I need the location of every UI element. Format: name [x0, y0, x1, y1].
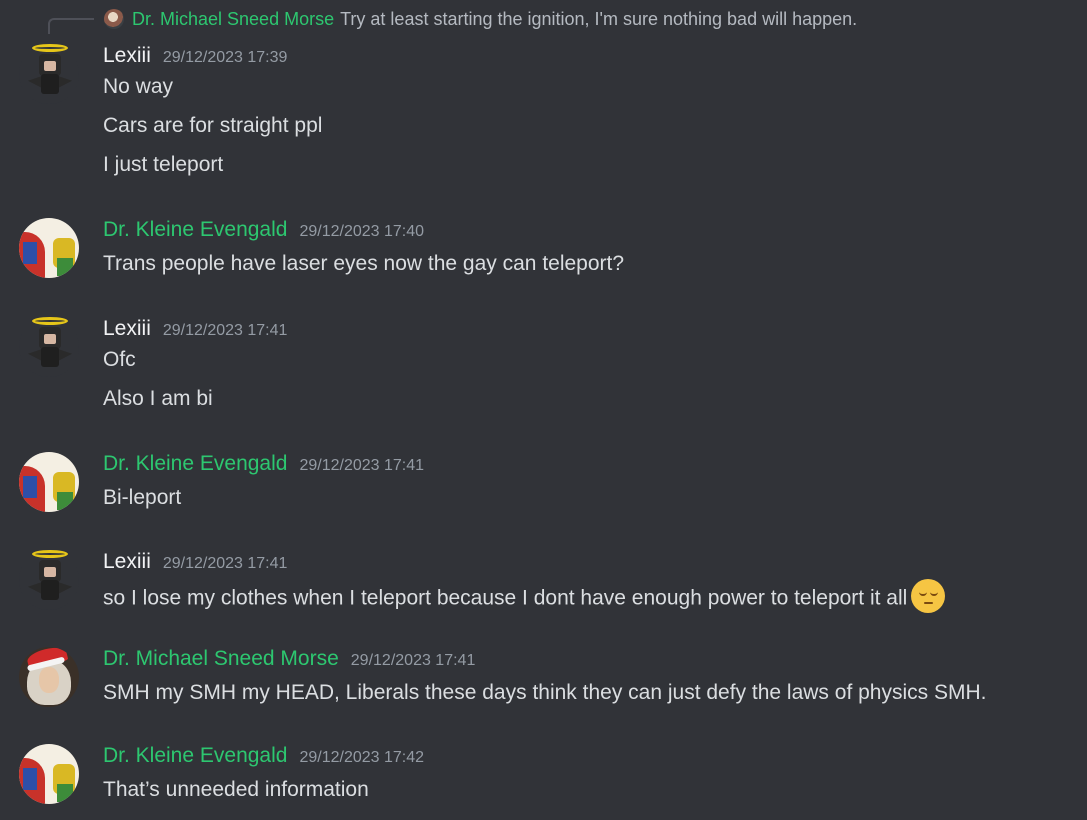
avatar-figure: [57, 784, 73, 802]
avatar-figure: [57, 258, 73, 276]
avatar[interactable]: [19, 744, 79, 804]
avatar[interactable]: [19, 550, 79, 610]
wing-icon: [58, 582, 72, 594]
avatar-body: [41, 74, 59, 94]
halo-icon: [32, 44, 68, 52]
message-header: Lexiii 29/12/2023 17:41: [103, 550, 287, 574]
reply-avatar[interactable]: [104, 9, 124, 29]
message-header: Dr. Kleine Evengald 29/12/2023 17:42: [103, 744, 424, 768]
message-text: so I lose my clothes when I teleport bec…: [103, 586, 908, 610]
author-name[interactable]: Lexiii: [103, 317, 151, 341]
avatar-face: [44, 334, 56, 344]
message-text: Bi-leport: [103, 486, 182, 509]
timestamp[interactable]: 29/12/2023 17:41: [299, 457, 424, 475]
author-name[interactable]: Dr. Kleine Evengald: [103, 218, 287, 242]
reply-author[interactable]: Dr. Michael Sneed Morse: [132, 9, 334, 30]
wing-icon: [28, 349, 42, 361]
timestamp[interactable]: 29/12/2023 17:42: [299, 749, 424, 767]
timestamp[interactable]: 29/12/2023 17:41: [163, 322, 288, 340]
wing-icon: [58, 76, 72, 88]
avatar[interactable]: [19, 452, 79, 512]
message-header: Lexiii 29/12/2023 17:39: [103, 44, 287, 68]
author-name[interactable]: Dr. Kleine Evengald: [103, 744, 287, 768]
wing-icon: [28, 582, 42, 594]
author-name[interactable]: Dr. Kleine Evengald: [103, 452, 287, 476]
message-text: Cars are for straight ppl: [103, 114, 323, 137]
avatar[interactable]: [19, 647, 79, 707]
message-text: Trans people have laser eyes now the gay…: [103, 252, 625, 275]
avatar-figure: [23, 768, 37, 790]
avatar-body: [41, 347, 59, 367]
reply-preview[interactable]: Dr. Michael Sneed Morse Try at least sta…: [104, 8, 857, 30]
avatar[interactable]: [19, 44, 79, 104]
timestamp[interactable]: 29/12/2023 17:40: [299, 223, 424, 241]
wing-icon: [58, 349, 72, 361]
message-header: Lexiii 29/12/2023 17:41: [103, 317, 287, 341]
avatar-face: [44, 567, 56, 577]
author-name[interactable]: Lexiii: [103, 550, 151, 574]
message-text: SMH my SMH my HEAD, Liberals these days …: [103, 681, 987, 704]
pensive-face-emoji[interactable]: [911, 579, 946, 613]
wing-icon: [28, 76, 42, 88]
message-header: Dr. Michael Sneed Morse 29/12/2023 17:41: [103, 647, 475, 671]
message-text: That’s unneeded information: [103, 778, 369, 801]
message-text: No way: [103, 75, 174, 98]
avatar[interactable]: [19, 317, 79, 377]
reply-text[interactable]: Try at least starting the ignition, I'm …: [340, 9, 857, 30]
avatar-figure: [23, 476, 37, 498]
message-header: Dr. Kleine Evengald 29/12/2023 17:41: [103, 452, 424, 476]
halo-icon: [32, 317, 68, 325]
timestamp[interactable]: 29/12/2023 17:41: [351, 652, 476, 670]
message-header: Dr. Kleine Evengald 29/12/2023 17:40: [103, 218, 424, 242]
author-name[interactable]: Dr. Michael Sneed Morse: [103, 647, 339, 671]
timestamp[interactable]: 29/12/2023 17:39: [163, 49, 288, 67]
avatar-face: [44, 61, 56, 71]
message-text: Ofc: [103, 348, 136, 371]
halo-icon: [32, 550, 68, 558]
avatar[interactable]: [19, 218, 79, 278]
avatar-body: [41, 580, 59, 600]
message-line: so I lose my clothes when I teleport bec…: [103, 579, 946, 616]
avatar-figure: [23, 242, 37, 264]
timestamp[interactable]: 29/12/2023 17:41: [163, 555, 288, 573]
avatar-face: [39, 667, 59, 693]
avatar-figure: [57, 492, 73, 510]
reply-connector: [48, 18, 94, 34]
message-text: Also I am bi: [103, 387, 213, 410]
message-text: I just teleport: [103, 153, 224, 176]
author-name[interactable]: Lexiii: [103, 44, 151, 68]
